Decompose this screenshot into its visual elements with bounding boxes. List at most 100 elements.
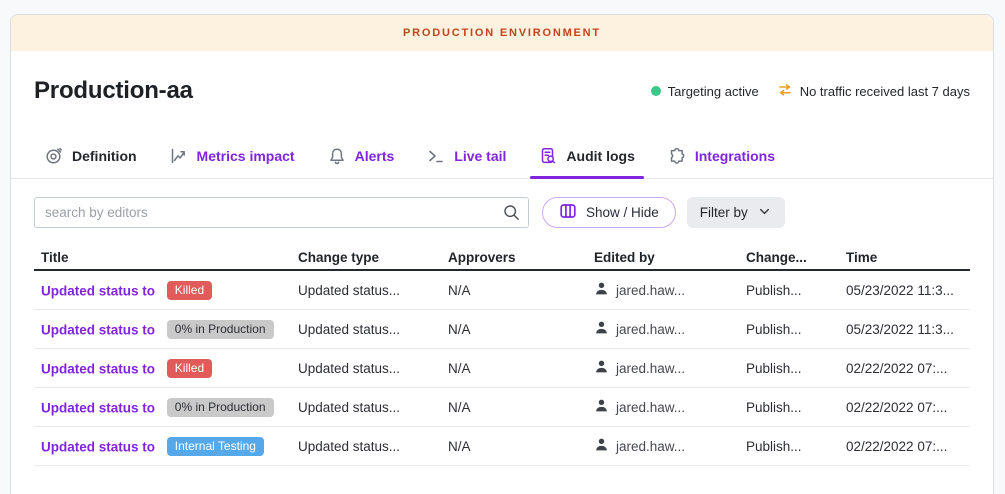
row-title-link[interactable]: Updated status to xyxy=(41,283,155,298)
row-approvers-cell: N/A xyxy=(448,322,594,337)
row-approvers-cell: N/A xyxy=(448,439,594,454)
row-title-link[interactable]: Updated status to xyxy=(41,361,155,376)
row-change-cell: Publish... xyxy=(746,400,846,415)
tab-integrations-label: Integrations xyxy=(695,148,775,164)
table-header-row: Title Change type Approvers Edited by Ch… xyxy=(34,245,970,271)
page-title: Production-aa xyxy=(34,77,193,105)
column-header-approvers: Approvers xyxy=(448,250,594,265)
targeting-status-label: Targeting active xyxy=(668,84,759,99)
tab-audit-logs-label: Audit logs xyxy=(566,148,634,164)
person-icon xyxy=(594,359,609,377)
bell-icon xyxy=(328,147,346,165)
targeting-active-dot-icon xyxy=(651,86,661,96)
status-badge: Killed xyxy=(167,281,212,300)
person-icon xyxy=(594,281,609,299)
row-title-cell: Updated status to Killed xyxy=(34,281,298,300)
tab-live-tail-label: Live tail xyxy=(454,148,506,164)
row-time-cell: 05/23/2022 11:3... xyxy=(846,283,970,298)
table-row[interactable]: Updated status to Killed Updated status.… xyxy=(34,349,970,388)
row-time-cell: 02/22/2022 07:... xyxy=(846,400,970,415)
line-chart-icon xyxy=(170,147,188,165)
column-header-time: Time xyxy=(846,250,970,265)
terminal-icon xyxy=(427,147,445,165)
table-body: Updated status to Killed Updated status.… xyxy=(34,271,970,466)
table-toolbar: Show / Hide Filter by xyxy=(11,197,993,228)
search-input[interactable] xyxy=(34,197,529,228)
filter-by-button[interactable]: Filter by xyxy=(687,197,785,228)
table-row[interactable]: Updated status to 0% in Production Updat… xyxy=(34,388,970,427)
columns-icon xyxy=(559,202,577,223)
banner-label: PRODUCTION ENVIRONMENT xyxy=(403,27,601,39)
tab-definition-label: Definition xyxy=(72,148,137,164)
row-time-cell: 02/22/2022 07:... xyxy=(846,439,970,454)
column-header-edited-by: Edited by xyxy=(594,250,746,265)
row-title-link[interactable]: Updated status to xyxy=(41,322,155,337)
row-title-link[interactable]: Updated status to xyxy=(41,439,155,454)
row-edited-by-cell: jared.haw... xyxy=(594,398,746,416)
person-icon xyxy=(594,398,609,416)
row-edited-by-text: jared.haw... xyxy=(616,361,685,376)
table-row[interactable]: Updated status to 0% in Production Updat… xyxy=(34,310,970,349)
status-badge: Killed xyxy=(167,359,212,378)
person-icon xyxy=(594,320,609,338)
traffic-status-label: No traffic received last 7 days xyxy=(800,84,970,99)
row-change-type-cell: Updated status... xyxy=(298,283,448,298)
production-environment-banner: PRODUCTION ENVIRONMENT xyxy=(11,15,993,51)
chevron-down-icon xyxy=(757,204,772,222)
table-row[interactable]: Updated status to Killed Updated status.… xyxy=(34,271,970,310)
row-change-cell: Publish... xyxy=(746,283,846,298)
row-title-cell: Updated status to Killed xyxy=(34,359,298,378)
targeting-status: Targeting active xyxy=(651,84,759,99)
tab-alerts-label: Alerts xyxy=(355,148,395,164)
show-hide-label: Show / Hide xyxy=(586,205,659,220)
row-edited-by-cell: jared.haw... xyxy=(594,359,746,377)
page-header: Production-aa Targeting active No traffi… xyxy=(11,77,993,105)
tab-integrations[interactable]: Integrations xyxy=(668,133,775,178)
row-change-type-cell: Updated status... xyxy=(298,322,448,337)
person-icon xyxy=(594,437,609,455)
swap-arrows-icon xyxy=(777,82,793,101)
search-wrap xyxy=(34,197,529,228)
audit-document-icon xyxy=(539,147,557,165)
show-hide-button[interactable]: Show / Hide xyxy=(542,197,676,228)
audit-log-table: Title Change type Approvers Edited by Ch… xyxy=(11,245,993,466)
status-badge: Internal Testing xyxy=(167,437,264,456)
row-change-cell: Publish... xyxy=(746,322,846,337)
tab-definition[interactable]: Definition xyxy=(45,133,137,178)
column-header-change: Change... xyxy=(746,250,846,265)
row-change-type-cell: Updated status... xyxy=(298,361,448,376)
column-header-title: Title xyxy=(34,250,298,265)
tab-metrics-impact[interactable]: Metrics impact xyxy=(170,133,295,178)
row-change-cell: Publish... xyxy=(746,361,846,376)
status-badge: 0% in Production xyxy=(167,320,274,339)
row-title-cell: Updated status to Internal Testing xyxy=(34,437,298,456)
row-edited-by-cell: jared.haw... xyxy=(594,437,746,455)
column-header-change-type: Change type xyxy=(298,250,448,265)
target-edit-icon xyxy=(45,147,63,165)
row-change-cell: Publish... xyxy=(746,439,846,454)
row-change-type-cell: Updated status... xyxy=(298,400,448,415)
row-edited-by-text: jared.haw... xyxy=(616,400,685,415)
row-change-type-cell: Updated status... xyxy=(298,439,448,454)
row-edited-by-cell: jared.haw... xyxy=(594,281,746,299)
status-badge: 0% in Production xyxy=(167,398,274,417)
status-group: Targeting active No traffic received las… xyxy=(651,82,970,101)
tab-live-tail[interactable]: Live tail xyxy=(427,133,506,178)
puzzle-icon xyxy=(668,147,686,165)
tab-audit-logs[interactable]: Audit logs xyxy=(539,133,634,178)
row-time-cell: 05/23/2022 11:3... xyxy=(846,322,970,337)
filter-by-label: Filter by xyxy=(700,205,748,220)
row-approvers-cell: N/A xyxy=(448,283,594,298)
row-title-link[interactable]: Updated status to xyxy=(41,400,155,415)
row-edited-by-text: jared.haw... xyxy=(616,283,685,298)
tab-alerts[interactable]: Alerts xyxy=(328,133,395,178)
search-icon xyxy=(503,204,520,226)
tab-bar: Definition Metrics impact Alerts xyxy=(11,133,993,179)
traffic-status: No traffic received last 7 days xyxy=(777,82,970,101)
row-edited-by-text: jared.haw... xyxy=(616,322,685,337)
environment-card: PRODUCTION ENVIRONMENT Production-aa Tar… xyxy=(10,14,994,494)
row-time-cell: 02/22/2022 07:... xyxy=(846,361,970,376)
row-title-cell: Updated status to 0% in Production xyxy=(34,398,298,417)
table-row[interactable]: Updated status to Internal Testing Updat… xyxy=(34,427,970,466)
row-edited-by-cell: jared.haw... xyxy=(594,320,746,338)
